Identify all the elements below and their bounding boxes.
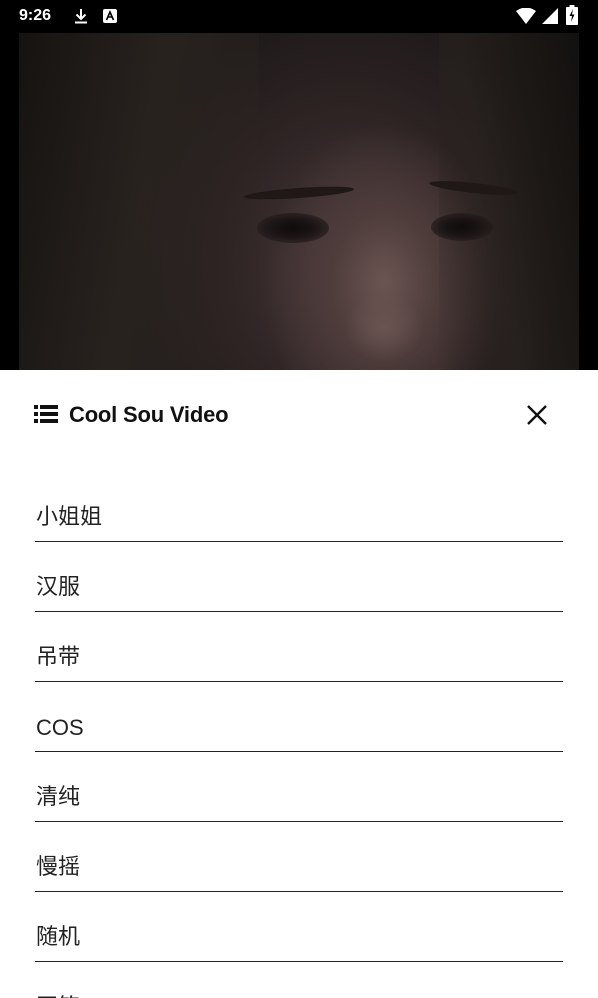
category-label: 小姐姐 <box>36 504 103 529</box>
category-label: 吊带 <box>36 644 81 669</box>
close-button[interactable] <box>520 398 554 432</box>
category-label: 汉服 <box>36 574 81 599</box>
video-nose <box>344 293 424 363</box>
sheet-title: Cool Sou Video <box>69 402 229 427</box>
category-label: 慢摇 <box>36 854 81 879</box>
video-hair-shade-left <box>19 33 259 370</box>
download-icon <box>75 9 87 24</box>
category-item-hanfu[interactable]: 汉服 <box>35 542 563 612</box>
category-label: COS <box>36 715 84 740</box>
bottom-sheet: Cool Sou Video 小姐姐 汉服 吊带 COS 清纯 慢摇 随机 <box>0 370 598 998</box>
category-item-xiaojiejie[interactable]: 小姐姐 <box>35 498 563 542</box>
sheet-header: Cool Sou Video <box>0 370 598 460</box>
battery-charging-icon <box>566 5 578 25</box>
video-brow-left <box>243 184 355 202</box>
category-item-cos[interactable]: COS <box>35 682 563 752</box>
category-list: 小姐姐 汉服 吊带 COS 清纯 慢摇 随机 画笔 <box>35 498 563 998</box>
category-item-manyao[interactable]: 慢摇 <box>35 822 563 892</box>
signal-icon <box>542 8 558 24</box>
status-time: 9:26 <box>19 7 52 24</box>
list-icon <box>34 405 58 423</box>
status-bar: 9:26 <box>0 0 598 33</box>
close-icon <box>527 405 547 425</box>
video-player[interactable] <box>0 0 598 370</box>
video-eye-right <box>431 213 493 241</box>
video-eye-left <box>257 213 329 243</box>
video-hair-shade-right <box>439 33 579 370</box>
wifi-icon <box>516 8 536 24</box>
video-frame[interactable] <box>19 33 579 370</box>
category-label: 随机 <box>36 924 81 949</box>
category-item-huabi[interactable]: 画笔 <box>35 962 563 998</box>
category-label: 画笔 <box>36 989 80 998</box>
category-item-suiji[interactable]: 随机 <box>35 892 563 962</box>
category-label: 清纯 <box>36 784 81 809</box>
a-badge-icon <box>103 9 117 23</box>
category-item-qingchun[interactable]: 清纯 <box>35 752 563 822</box>
category-item-diaodai[interactable]: 吊带 <box>35 612 563 682</box>
